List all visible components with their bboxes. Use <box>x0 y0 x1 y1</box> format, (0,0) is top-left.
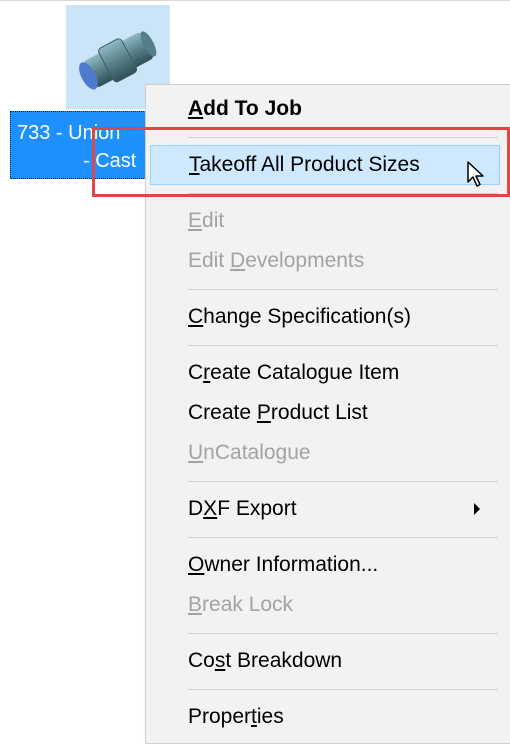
top-divider <box>0 0 510 1</box>
menu-separator <box>188 633 498 634</box>
menu-label: nCatalogue <box>203 441 311 464</box>
menu-label: eate Catalogue Item <box>210 361 400 384</box>
menu-label: Create <box>188 401 257 424</box>
menu-label: ies <box>256 705 284 728</box>
menu-label: t Breakdown <box>225 649 343 672</box>
menu-label: evelopments <box>245 249 365 272</box>
menu-separator <box>188 481 498 482</box>
accel-key: O <box>188 553 205 576</box>
menu-item-owner-information[interactable]: Owner Information... <box>150 545 500 585</box>
accel-key: B <box>188 593 203 616</box>
menu-item-dxf-export[interactable]: DXF Export <box>150 489 500 529</box>
accel-key: s <box>214 649 226 672</box>
mouse-pointer-icon <box>467 161 484 187</box>
menu-label: wner Information... <box>204 553 379 576</box>
menu-item-properties[interactable]: Properties <box>150 697 500 737</box>
menu-label: D <box>188 497 204 520</box>
menu-label: Proper <box>188 705 252 728</box>
menu-item-change-specification[interactable]: Change Specification(s) <box>150 297 500 337</box>
highlight-annotation-box <box>92 127 510 197</box>
accel-key: C <box>188 305 204 328</box>
menu-label: reak Lock <box>202 593 294 616</box>
accel-key: E <box>188 209 203 232</box>
menu-label: roduct List <box>270 401 368 424</box>
menu-label: F Export <box>217 497 297 520</box>
menu-item-add-to-job[interactable]: Add To Job <box>150 89 500 129</box>
accel-key: U <box>188 441 204 464</box>
menu-item-create-product-list[interactable]: Create Product List <box>150 393 500 433</box>
menu-item-cost-breakdown[interactable]: Cost Breakdown <box>150 641 500 681</box>
accel-key: A <box>188 97 204 120</box>
menu-separator <box>188 289 498 290</box>
menu-item-edit: Edit <box>150 201 500 241</box>
menu-label: Edit <box>188 249 231 272</box>
menu-item-uncatalogue: UnCatalogue <box>150 433 500 473</box>
menu-label: hange Specification(s) <box>203 305 411 328</box>
accel-key: P <box>256 401 271 424</box>
menu-separator <box>188 345 498 346</box>
menu-item-create-catalogue-item[interactable]: Create Catalogue Item <box>150 353 500 393</box>
chevron-right-icon <box>474 503 480 515</box>
menu-label: dit <box>202 209 225 232</box>
accel-key: D <box>230 249 246 272</box>
menu-item-edit-developments: Edit Developments <box>150 241 500 281</box>
menu-label: C <box>188 361 204 384</box>
menu-label: dd To Job <box>203 97 302 120</box>
accel-key: X <box>203 497 218 520</box>
menu-item-break-lock: Break Lock <box>150 585 500 625</box>
menu-separator <box>188 537 498 538</box>
menu-separator <box>188 689 498 690</box>
menu-label: Co <box>188 649 215 672</box>
